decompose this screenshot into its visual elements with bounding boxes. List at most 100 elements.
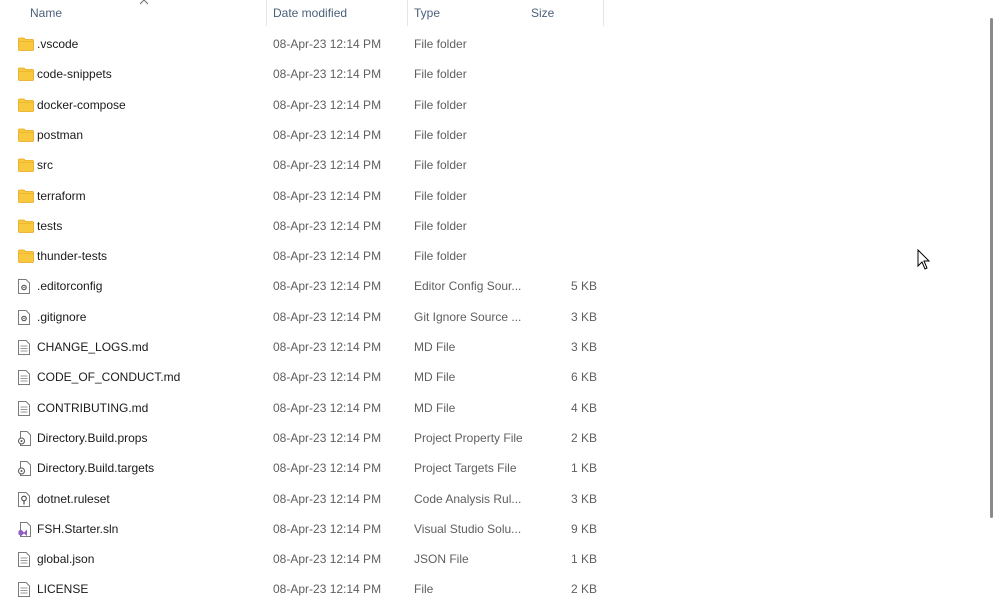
- file-name: tests: [37, 219, 63, 233]
- file-date-modified: 08-Apr-23 12:14 PM: [273, 340, 382, 354]
- list-item[interactable]: Directory.Build.targets 08-Apr-23 12:14 P…: [0, 453, 604, 483]
- file-size: [520, 90, 597, 120]
- document-file-icon: [18, 332, 34, 362]
- file-name: CONTRIBUTING.md: [37, 401, 149, 415]
- project-file-icon: [18, 423, 34, 453]
- file-date-modified: 08-Apr-23 12:14 PM: [273, 401, 382, 415]
- column-header-name-label: Name: [30, 6, 63, 20]
- visual-studio-solution-icon: [18, 514, 34, 544]
- document-file-icon: [18, 544, 34, 574]
- file-size: [520, 59, 597, 89]
- file-date-modified: 08-Apr-23 12:14 PM: [273, 189, 382, 203]
- document-file-icon: [18, 362, 34, 392]
- file-date-modified: 08-Apr-23 12:14 PM: [273, 67, 382, 81]
- file-name: .editorconfig: [37, 279, 103, 293]
- list-item[interactable]: thunder-tests 08-Apr-23 12:14 PM File fold…: [0, 241, 604, 271]
- file-type: Editor Config Sour...: [414, 279, 522, 293]
- list-item[interactable]: src 08-Apr-23 12:14 PM File folder: [0, 150, 604, 180]
- column-header-type[interactable]: Type: [408, 0, 524, 26]
- file-size: 6 KB: [570, 370, 597, 384]
- list-item[interactable]: global.json 08-Apr-23 12:14 PM JSON File 1 …: [0, 544, 604, 574]
- column-header-type-label: Type: [414, 6, 441, 20]
- file-size: 3 KB: [570, 340, 597, 354]
- list-item[interactable]: terraform 08-Apr-23 12:14 PM File folder: [0, 181, 604, 211]
- list-item[interactable]: code-snippets 08-Apr-23 12:14 PM File fold…: [0, 59, 604, 89]
- file-name: Directory.Build.props: [37, 431, 148, 445]
- list-item[interactable]: postman 08-Apr-23 12:14 PM File folder: [0, 120, 604, 150]
- file-date-modified: 08-Apr-23 12:14 PM: [273, 279, 382, 293]
- file-date-modified: 08-Apr-23 12:14 PM: [273, 370, 382, 384]
- file-date-modified: 08-Apr-23 12:14 PM: [273, 552, 382, 566]
- file-type: File folder: [414, 67, 467, 81]
- file-size: 1 KB: [570, 461, 597, 475]
- list-item[interactable]: CODE_OF_CONDUCT.md 08-Apr-23 12:14 PM MD F…: [0, 362, 604, 392]
- file-type: Git Ignore Source ...: [414, 310, 522, 324]
- file-name: CODE_OF_CONDUCT.md: [37, 370, 181, 384]
- file-type: MD File: [414, 370, 456, 384]
- file-name: CHANGE_LOGS.md: [37, 340, 149, 354]
- file-type: File folder: [414, 128, 467, 142]
- file-date-modified: 08-Apr-23 12:14 PM: [273, 461, 382, 475]
- file-size: [520, 211, 597, 241]
- file-type: File folder: [414, 98, 467, 112]
- column-header-bar: Name Date modified Type Size: [0, 0, 604, 26]
- file-name: terraform: [37, 189, 86, 203]
- file-date-modified: 08-Apr-23 12:14 PM: [273, 98, 382, 112]
- list-item[interactable]: CONTRIBUTING.md 08-Apr-23 12:14 PM MD File…: [0, 393, 604, 423]
- file-type: Code Analysis Rul...: [414, 492, 522, 506]
- column-header-size[interactable]: Size: [524, 0, 604, 26]
- column-header-name[interactable]: Name: [0, 0, 267, 26]
- file-name: docker-compose: [37, 98, 126, 112]
- list-item[interactable]: .vscode 08-Apr-23 12:14 PM File folder: [0, 29, 604, 59]
- file-type: File folder: [414, 219, 467, 233]
- list-item[interactable]: tests 08-Apr-23 12:14 PM File folder: [0, 211, 604, 241]
- file-type: File folder: [414, 249, 467, 263]
- file-size: 2 KB: [570, 431, 597, 445]
- folder-icon: [18, 29, 34, 59]
- file-type: Project Targets File: [414, 461, 517, 475]
- file-size: [520, 241, 597, 271]
- folder-icon: [18, 181, 34, 211]
- file-type: MD File: [414, 340, 456, 354]
- file-name: Directory.Build.targets: [37, 461, 155, 475]
- file-size: [520, 120, 597, 150]
- folder-icon: [18, 90, 34, 120]
- file-date-modified: 08-Apr-23 12:14 PM: [273, 128, 382, 142]
- file-name: postman: [37, 128, 84, 142]
- file-name: src: [37, 158, 53, 172]
- folder-icon: [18, 120, 34, 150]
- folder-icon: [18, 241, 34, 271]
- file-name: LICENSE: [37, 582, 89, 596]
- file-date-modified: 08-Apr-23 12:14 PM: [273, 249, 382, 263]
- list-item[interactable]: CHANGE_LOGS.md 08-Apr-23 12:14 PM MD File 3…: [0, 332, 604, 362]
- file-size: 2 KB: [570, 582, 597, 596]
- scrollbar-thumb[interactable]: [990, 18, 993, 518]
- ruleset-file-icon: [18, 484, 34, 514]
- list-item[interactable]: docker-compose 08-Apr-23 12:14 PM File fol…: [0, 90, 604, 120]
- folder-icon: [18, 211, 34, 241]
- list-item[interactable]: dotnet.ruleset 08-Apr-23 12:14 PM Code Ana…: [0, 484, 604, 514]
- folder-icon: [18, 59, 34, 89]
- file-name: dotnet.ruleset: [37, 492, 110, 506]
- file-date-modified: 08-Apr-23 12:14 PM: [273, 219, 382, 233]
- config-file-icon: [18, 302, 34, 332]
- file-size: 3 KB: [570, 492, 597, 506]
- list-item[interactable]: FSH.Starter.sln 08-Apr-23 12:14 PM Visual …: [0, 514, 604, 544]
- file-type: File: [414, 582, 434, 596]
- column-header-date[interactable]: Date modified: [267, 0, 408, 26]
- list-item[interactable]: .gitignore 08-Apr-23 12:14 PM Git Ignore S…: [0, 302, 604, 332]
- file-type: Visual Studio Solu...: [414, 522, 522, 536]
- file-date-modified: 08-Apr-23 12:14 PM: [273, 158, 382, 172]
- file-date-modified: 08-Apr-23 12:14 PM: [273, 582, 382, 596]
- folder-icon: [18, 150, 34, 180]
- list-item[interactable]: Directory.Build.props 08-Apr-23 12:14 PM P…: [0, 423, 604, 453]
- project-file-icon: [18, 453, 34, 483]
- file-name: .gitignore: [37, 310, 87, 324]
- list-item[interactable]: .editorconfig 08-Apr-23 12:14 PM Editor Co…: [0, 271, 604, 301]
- list-item[interactable]: LICENSE 08-Apr-23 12:14 PM File 2 KB: [0, 574, 604, 604]
- file-date-modified: 08-Apr-23 12:14 PM: [273, 522, 382, 536]
- file-name: global.json: [37, 552, 95, 566]
- file-name: .vscode: [37, 37, 79, 51]
- file-name: code-snippets: [37, 67, 112, 81]
- file-size: 5 KB: [570, 279, 597, 293]
